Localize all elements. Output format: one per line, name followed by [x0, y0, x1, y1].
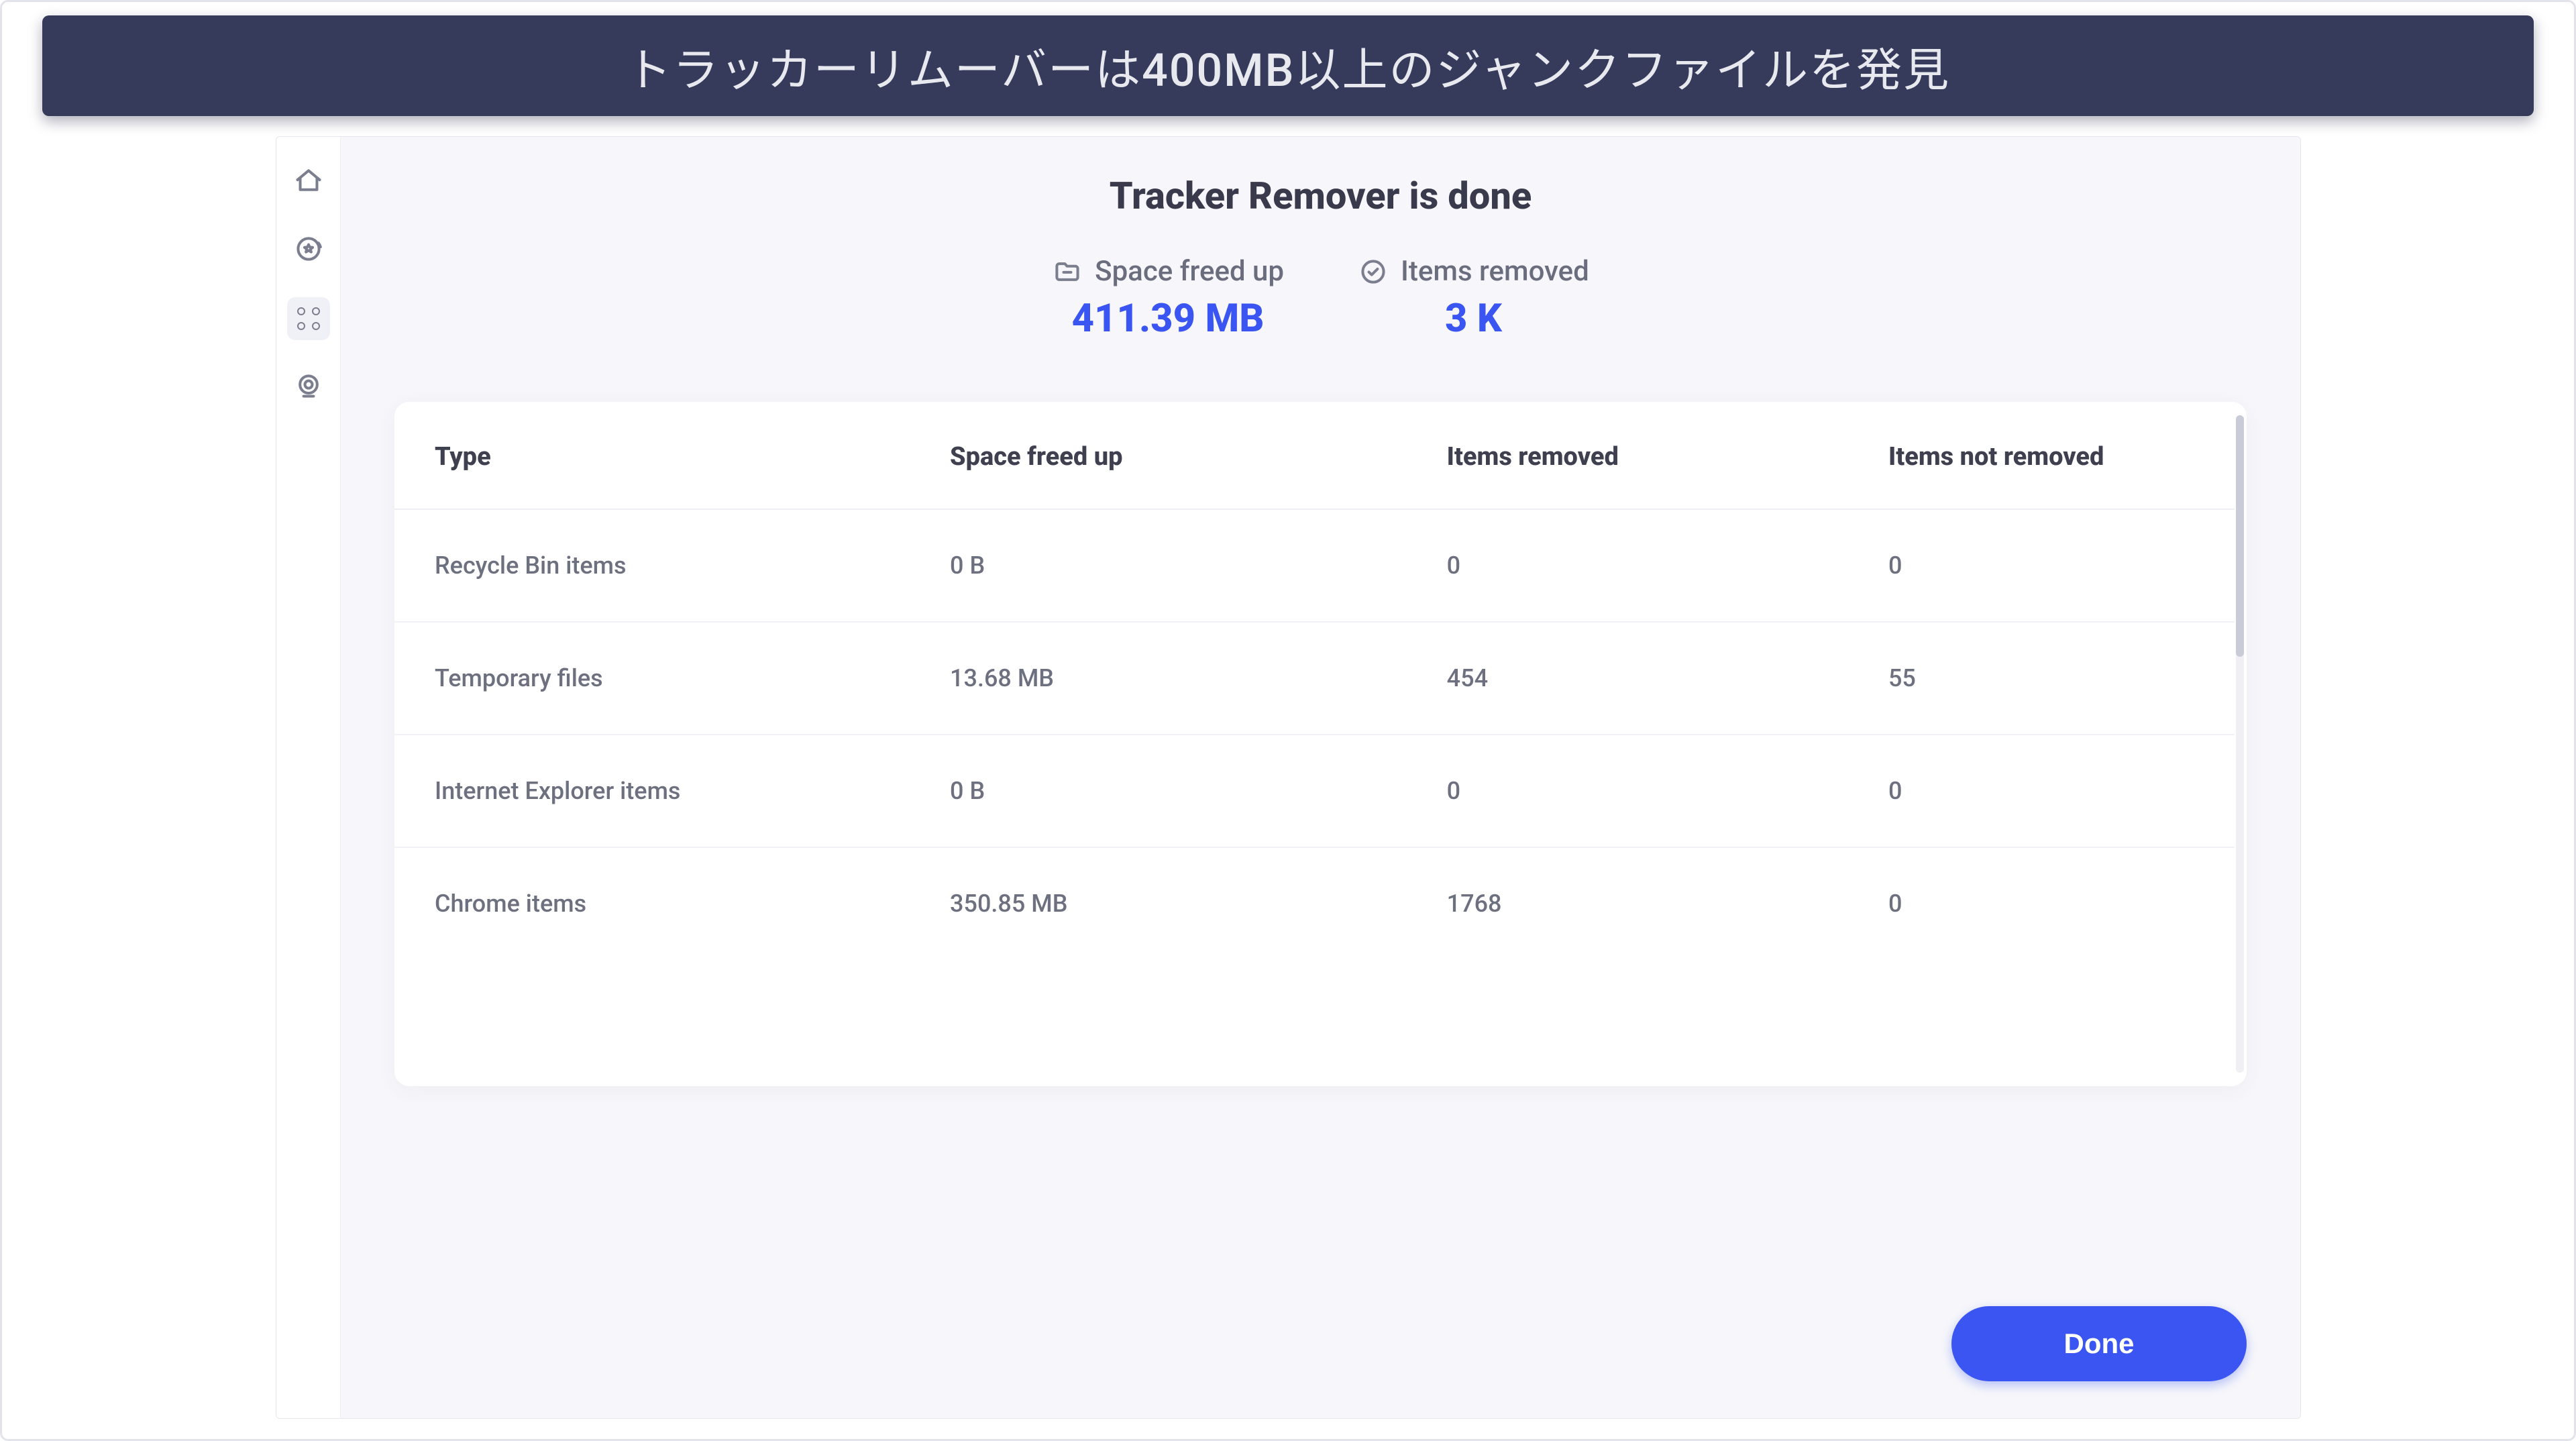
summary-space-label: Space freed up	[1095, 255, 1284, 288]
folder-icon	[1052, 256, 1083, 287]
scrollbar-track[interactable]	[2236, 415, 2244, 1073]
cell-removed: 0	[1407, 735, 1848, 847]
cell-type: Recycle Bin items	[394, 509, 910, 622]
table-row: Internet Explorer items 0 B 0 0	[394, 735, 2235, 847]
results-table-scroll[interactable]: Type Space freed up Items removed Items …	[394, 402, 2235, 1086]
page-title: Tracker Remover is done	[394, 174, 2247, 218]
check-circle-icon	[1358, 256, 1389, 287]
cell-space: 13.68 MB	[910, 622, 1407, 735]
summary-items-label-row: Items removed	[1358, 255, 1589, 288]
sidebar-item-apps[interactable]	[287, 297, 330, 340]
sidebar	[276, 137, 341, 1418]
grid-dots-icon	[297, 307, 320, 330]
summary-space-value: 411.39 MB	[1072, 296, 1265, 341]
annotation-banner: トラッカーリムーバーは400MB以上のジャンクファイルを発見	[42, 15, 2534, 116]
star-circle-icon	[294, 234, 323, 266]
table-row: Chrome items 350.85 MB 1768 0	[394, 847, 2235, 959]
results-table-card: Type Space freed up Items removed Items …	[394, 402, 2247, 1086]
cell-space: 0 B	[910, 735, 1407, 847]
content-area: Tracker Remover is done Space freed up 4…	[341, 137, 2300, 1418]
cell-not-removed: 0	[1848, 509, 2235, 622]
table-row: Recycle Bin items 0 B 0 0	[394, 509, 2235, 622]
home-icon	[294, 166, 323, 198]
cell-removed: 0	[1407, 509, 1848, 622]
annotation-banner-text: トラッカーリムーバーは400MB以上のジャンクファイルを発見	[626, 33, 1950, 99]
cell-removed: 1768	[1407, 847, 1848, 959]
cell-not-removed: 0	[1848, 847, 2235, 959]
table-row: Temporary files 13.68 MB 454 55	[394, 622, 2235, 735]
col-header-type: Type	[394, 402, 910, 509]
col-header-space: Space freed up	[910, 402, 1407, 509]
app-window: Tracker Remover is done Space freed up 4…	[276, 136, 2301, 1419]
summary-space-label-row: Space freed up	[1052, 255, 1284, 288]
table-header-row: Type Space freed up Items removed Items …	[394, 402, 2235, 509]
col-header-removed: Items removed	[1407, 402, 1848, 509]
results-table: Type Space freed up Items removed Items …	[394, 402, 2235, 959]
scrollbar-thumb[interactable]	[2236, 415, 2244, 657]
cell-not-removed: 55	[1848, 622, 2235, 735]
done-button[interactable]: Done	[1951, 1306, 2247, 1381]
cell-space: 350.85 MB	[910, 847, 1407, 959]
sidebar-item-webcam[interactable]	[287, 366, 330, 409]
summary-items-removed: Items removed 3 K	[1358, 255, 1589, 341]
summary-items-label: Items removed	[1401, 255, 1589, 288]
cell-removed: 454	[1407, 622, 1848, 735]
sidebar-item-favorites[interactable]	[287, 229, 330, 272]
sidebar-item-home[interactable]	[287, 160, 330, 203]
summary-row: Space freed up 411.39 MB Items removed 3…	[394, 255, 2247, 341]
cell-type: Internet Explorer items	[394, 735, 910, 847]
col-header-not-removed: Items not removed	[1848, 402, 2235, 509]
webcam-icon	[294, 371, 323, 403]
summary-items-value: 3 K	[1445, 296, 1502, 341]
summary-space-freed: Space freed up 411.39 MB	[1052, 255, 1284, 341]
cell-type: Temporary files	[394, 622, 910, 735]
footer-actions: Done	[1951, 1306, 2247, 1381]
cell-type: Chrome items	[394, 847, 910, 959]
cell-space: 0 B	[910, 509, 1407, 622]
screenshot-frame: トラッカーリムーバーは400MB以上のジャンクファイルを発見	[0, 0, 2576, 1441]
cell-not-removed: 0	[1848, 735, 2235, 847]
